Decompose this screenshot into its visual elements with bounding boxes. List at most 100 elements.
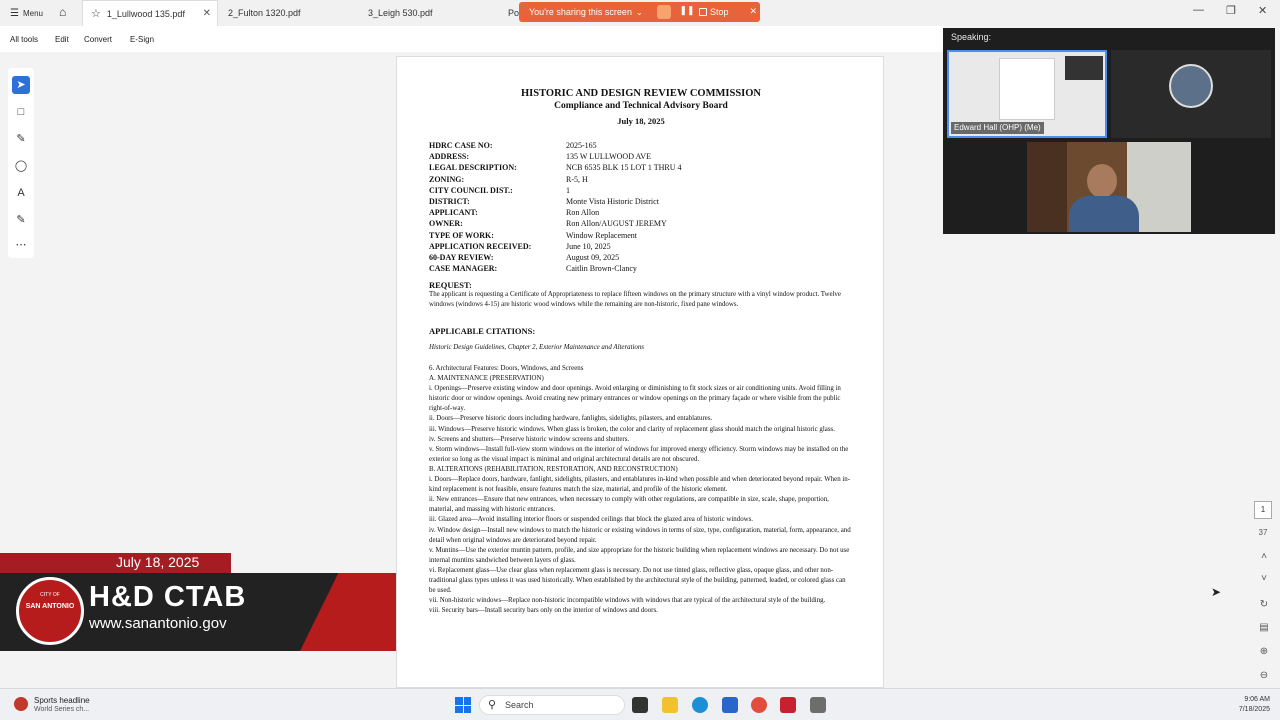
guideline-paragraph: v. Muntins—Use the exterior muntin patte…	[429, 546, 850, 564]
guideline-paragraph: iv. Screens and shutters—Preserve histor…	[429, 435, 630, 443]
system-clock[interactable]: 9:06 AM 7/18/2025	[1220, 695, 1270, 715]
menu-button[interactable]: ☰ Menu	[10, 7, 43, 19]
guideline-paragraph: vii. Non-historic windows—Replace non-hi…	[429, 597, 826, 605]
select-cursor-icon[interactable]: ➤	[12, 76, 30, 94]
page-number-input[interactable]: 1	[1254, 501, 1272, 519]
app-icon[interactable]	[810, 697, 826, 713]
clock-date: 7/18/2025	[1238, 706, 1270, 713]
maximize-icon[interactable]: ❐	[1226, 4, 1236, 17]
edit-button[interactable]: Edit	[55, 35, 69, 44]
esign-button[interactable]: E-Sign	[130, 35, 154, 44]
page-count: 37	[1258, 528, 1268, 537]
close-share-icon[interactable]: ✕	[749, 6, 757, 17]
tab-label: 1_Lullwood 135.pdf	[106, 8, 185, 19]
news-title: Sports headline	[34, 696, 90, 705]
speaking-label: Speaking:	[951, 32, 992, 42]
guideline-paragraph: iii. Windows—Preserve historic windows. …	[429, 425, 835, 433]
document-date: July 18, 2025	[617, 116, 665, 126]
share-text: You're sharing this screen	[529, 7, 632, 17]
page-tool-icon[interactable]: ▤	[1256, 620, 1272, 636]
speaker-video-tile[interactable]	[1027, 142, 1191, 232]
field-value: Monte Vista Historic District	[566, 197, 659, 206]
guideline-paragraph: A. MAINTENANCE (PRESERVATION)	[429, 375, 544, 383]
tab-label: 2_Fulton 1320.pdf	[228, 8, 301, 18]
field-row: DISTRICT: Monte Vista Historic District	[429, 197, 849, 208]
field-row: 60-DAY REVIEW: August 09, 2025	[429, 253, 849, 264]
chrome-icon[interactable]	[751, 697, 767, 713]
task-view-icon[interactable]	[632, 697, 648, 713]
taskbar-search[interactable]: ⚲ Search	[479, 695, 625, 715]
pause-icon[interactable]: ❚❚	[679, 5, 695, 19]
convert-button[interactable]: Convert	[84, 35, 112, 44]
seal-line-2: SAN ANTONIO	[25, 603, 75, 610]
speaker-head	[1087, 164, 1117, 198]
close-icon[interactable]: ✕	[203, 8, 211, 19]
guideline-paragraph: viii. Security bars—Install security bar…	[429, 607, 658, 615]
broadcast-date: July 18, 2025	[116, 554, 200, 570]
stop-sharing-button[interactable]: Stop	[699, 2, 729, 22]
news-widget[interactable]: Sports headline World Series ch...	[12, 694, 132, 716]
field-label: DISTRICT:	[429, 197, 470, 206]
field-value: 1	[566, 185, 570, 195]
field-label: CASE MANAGER:	[429, 264, 498, 274]
text-select-icon[interactable]: A	[12, 184, 30, 202]
chevron-down-icon[interactable]: ˅	[1256, 571, 1272, 587]
field-value: 135 W LULLWOOD AVE	[566, 152, 651, 162]
zoom-in-icon[interactable]: ⊕	[1256, 644, 1272, 660]
participant-tile[interactable]	[1111, 50, 1271, 138]
tool-rail: ➤ □ ✎ ◯ A ✎ ⋯	[8, 68, 34, 258]
tab-po[interactable]: Po	[500, 0, 520, 26]
refresh-icon[interactable]: ↻	[1256, 597, 1272, 613]
store-icon[interactable]	[722, 697, 738, 713]
field-row: ADDRESS: 135 W LULLWOOD AVE	[429, 152, 849, 163]
stamp-icon[interactable]: ✎	[12, 211, 30, 229]
hamburger-icon: ☰	[10, 7, 19, 19]
pen-icon[interactable]: ✎	[12, 130, 30, 148]
guideline-paragraph: iv. Window design—Install new windows to…	[429, 526, 851, 544]
broadcast-date-band: July 18, 2025	[0, 553, 231, 573]
field-value: Caitlin Brown-Clancy	[566, 264, 637, 274]
guideline-paragraph: i. Openings—Preserve existing window and…	[429, 385, 841, 413]
video-call-panel: Speaking: Edward Hall (OHP) (Me)	[943, 28, 1275, 234]
field-label: TYPE OF WORK:	[429, 230, 494, 240]
tab-leigh[interactable]: 3_Leigh 530.pdf	[360, 0, 496, 26]
menu-label: Menu	[22, 8, 43, 18]
close-window-icon[interactable]: ✕	[1258, 4, 1267, 17]
microphone-icon[interactable]	[657, 5, 671, 19]
zoom-out-icon[interactable]: ⊖	[1256, 668, 1272, 684]
field-value: 2025-165	[566, 141, 597, 150]
acrobat-icon[interactable]	[780, 697, 796, 713]
field-row: CASE MANAGER: Caitlin Brown-Clancy	[429, 264, 849, 275]
news-icon	[14, 697, 28, 711]
file-explorer-icon[interactable]	[662, 697, 678, 713]
field-label: ADDRESS:	[429, 152, 470, 162]
field-label: APPLICATION RECEIVED:	[429, 241, 532, 251]
lasso-icon[interactable]: ◯	[12, 157, 30, 175]
citations-heading: APPLICABLE CITATIONS:	[429, 326, 536, 336]
guideline-paragraph: 6. Architectural Features: Doors, Window…	[429, 365, 584, 372]
windows-start-icon[interactable]	[455, 697, 471, 713]
comment-icon[interactable]: □	[12, 103, 30, 121]
thumbnail-inset	[1065, 56, 1103, 80]
chevron-down-icon[interactable]: ⌄	[636, 8, 643, 17]
field-row: TYPE OF WORK: Window Replacement	[429, 231, 849, 242]
home-icon[interactable]: ⌂	[59, 5, 66, 19]
field-label: LEGAL DESCRIPTION:	[429, 163, 517, 173]
guideline-paragraph: B. ALTERATIONS (REHABILITATION, RESTORAT…	[429, 465, 678, 473]
request-text: The applicant is requesting a Certificat…	[429, 291, 841, 309]
edge-icon[interactable]	[692, 697, 708, 713]
tab-strip: ☰ Menu ⌂ ☆ 1_Lullwood 135.pdf ✕ 2_Fulton…	[0, 0, 1280, 26]
field-row: ZONING: R-5, H	[429, 175, 849, 186]
minimize-icon[interactable]: —	[1193, 4, 1204, 16]
field-row: OWNER: Ron Allon/AUGUST JEREMY	[429, 219, 849, 230]
broadcast-lower-third: CITY OF SAN ANTONIO H&D CTAB www.sananto…	[0, 573, 396, 651]
more-icon[interactable]: ⋯	[12, 236, 30, 254]
tab-fulton[interactable]: 2_Fulton 1320.pdf	[220, 0, 356, 26]
tab-lullwood[interactable]: ☆ 1_Lullwood 135.pdf ✕	[82, 0, 218, 26]
chevron-up-icon[interactable]: ˄	[1256, 549, 1272, 565]
stop-icon	[699, 8, 707, 16]
field-row: CITY COUNCIL DIST.: 1	[429, 186, 849, 197]
self-video-tile[interactable]: Edward Hall (OHP) (Me)	[947, 50, 1107, 138]
field-value: NCB 6535 BLK 15 LOT 1 THRU 4	[566, 163, 682, 173]
all-tools-button[interactable]: All tools	[10, 35, 38, 44]
